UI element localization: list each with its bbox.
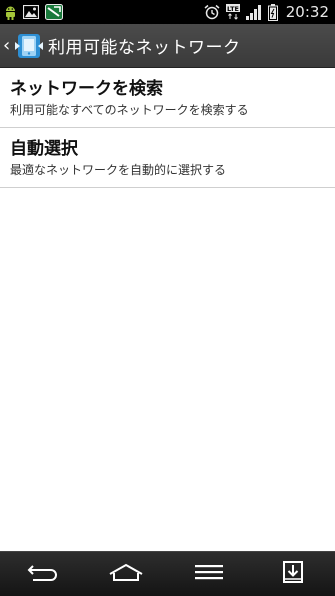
app-notification-icon bbox=[45, 4, 63, 20]
status-time: 20:32 bbox=[285, 3, 329, 21]
search-networks-summary: 利用可能なすべてのネットワークを検索する bbox=[10, 103, 249, 117]
menu-button[interactable] bbox=[179, 554, 239, 594]
lte-icon: LTE bbox=[225, 4, 240, 20]
search-networks-item[interactable]: ネットワークを検索 利用可能なすべてのネットワークを検索する bbox=[0, 68, 335, 128]
signal-icon bbox=[245, 4, 262, 20]
system-status-icons: LTE 20:32 bbox=[204, 3, 329, 21]
auto-select-summary: 最適なネットワークを自動的に選択する bbox=[10, 163, 227, 177]
home-button[interactable] bbox=[96, 554, 156, 594]
search-networks-title: ネットワークを検索 bbox=[10, 79, 163, 99]
back-button[interactable] bbox=[12, 554, 72, 594]
alarm-icon bbox=[204, 4, 220, 20]
status-bar: LTE 20:32 bbox=[0, 0, 335, 24]
page-title: 利用可能なネットワーク bbox=[48, 38, 241, 58]
android-notification-icon bbox=[4, 5, 17, 20]
gallery-notification-icon bbox=[23, 5, 39, 19]
battery-icon bbox=[267, 3, 278, 21]
up-navigation-chevron-icon[interactable]: ‹ bbox=[3, 36, 13, 55]
home-icon bbox=[108, 562, 144, 586]
action-bar: ‹ 利用可能なネットワーク bbox=[0, 24, 335, 68]
notification-icons bbox=[4, 4, 63, 20]
auto-select-title: 自動選択 bbox=[10, 139, 78, 159]
notification-pull-button[interactable] bbox=[263, 554, 323, 594]
svg-text:LTE: LTE bbox=[227, 5, 239, 13]
auto-select-item[interactable]: 自動選択 最適なネットワークを自動的に選択する bbox=[0, 128, 335, 188]
notification-pull-icon bbox=[282, 560, 304, 588]
back-icon bbox=[25, 562, 59, 586]
network-settings-icon[interactable] bbox=[14, 31, 44, 61]
preference-list: ネットワークを検索 利用可能なすべてのネットワークを検索する 自動選択 最適なネ… bbox=[0, 68, 335, 188]
navigation-bar bbox=[0, 551, 335, 596]
menu-icon bbox=[193, 563, 225, 585]
